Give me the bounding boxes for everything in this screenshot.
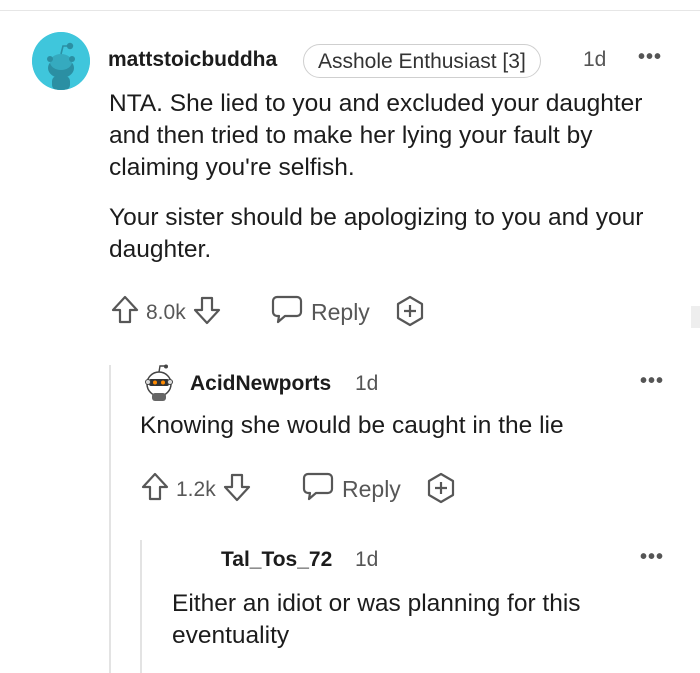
- avatar[interactable]: [140, 364, 178, 402]
- snoo-avatar-icon: [145, 364, 173, 401]
- comment-username[interactable]: mattstoicbuddha: [108, 48, 277, 72]
- award-plus-icon[interactable]: [394, 295, 426, 332]
- vote-count: 8.0k: [146, 301, 186, 324]
- comment-paragraph: NTA. She lied to you and excluded your d…: [109, 90, 643, 181]
- reply-bubble-icon: [302, 471, 334, 507]
- reply-label: Reply: [342, 475, 401, 502]
- more-options-icon[interactable]: •••: [640, 546, 664, 569]
- downvote-icon[interactable]: [222, 471, 252, 509]
- more-options-icon[interactable]: •••: [640, 370, 664, 393]
- more-options-icon[interactable]: •••: [638, 46, 662, 69]
- award-plus-icon[interactable]: [425, 472, 457, 509]
- comment-timestamp: 1d: [583, 48, 607, 71]
- comment-text: Knowing she would be caught in the lie: [140, 412, 564, 439]
- upvote-icon[interactable]: [140, 471, 170, 509]
- upvote-icon[interactable]: [110, 294, 140, 332]
- user-flair-badge: Asshole Enthusiast [3]: [303, 44, 541, 78]
- downvote-icon[interactable]: [192, 294, 222, 332]
- reply-button[interactable]: Reply: [302, 471, 401, 507]
- scroll-edge: [691, 306, 700, 328]
- comment-username[interactable]: AcidNewports: [190, 372, 331, 396]
- thread-line[interactable]: [140, 540, 142, 673]
- avatar[interactable]: [32, 32, 90, 90]
- comment-text: Either an idiot or was planning for this…: [172, 590, 581, 649]
- comment-body: Knowing she would be caught in the lie: [140, 410, 660, 442]
- comment-paragraph: Your sister should be apologizing to you…: [109, 204, 644, 263]
- comment-timestamp: 1d: [355, 548, 379, 571]
- vote-controls: 1.2k: [140, 471, 252, 509]
- thread-line[interactable]: [109, 365, 111, 673]
- reply-bubble-icon: [271, 294, 303, 330]
- reply-button[interactable]: Reply: [271, 294, 370, 330]
- reply-label: Reply: [311, 298, 370, 325]
- comment-body: NTA. She lied to you and excluded your d…: [109, 88, 679, 266]
- top-divider: [0, 10, 700, 11]
- snoo-avatar-icon: [32, 32, 90, 90]
- comment-timestamp: 1d: [355, 372, 379, 395]
- comment-body: Either an idiot or was planning for this…: [172, 588, 652, 652]
- vote-controls: 8.0k: [110, 294, 222, 332]
- comment-username[interactable]: Tal_Tos_72: [221, 548, 332, 572]
- vote-count: 1.2k: [176, 478, 216, 501]
